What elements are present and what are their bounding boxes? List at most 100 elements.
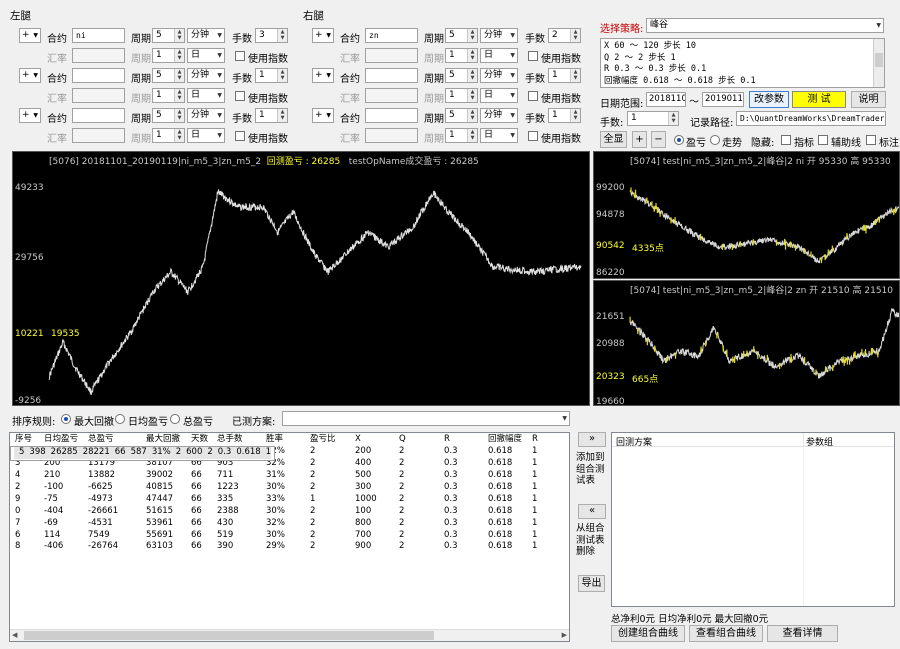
record-path-input[interactable]: D:\QuantDreamWorks\DreamTrader\Tr [736,111,886,126]
results-hscrollbar[interactable]: ◀ ▶ [10,629,569,641]
combo-test-table[interactable]: 回测方案 参数组 [611,432,895,607]
right-period2-stepper[interactable]: 1 ▲ ▼ [445,88,478,103]
right-period2-stepper[interactable]: 1 ▲ ▼ [445,48,478,63]
column-header[interactable]: Q [394,434,439,446]
stepper-arrows-icon[interactable]: ▲ ▼ [277,29,287,42]
left-rate-input[interactable] [72,128,125,143]
zoom-out-button[interactable]: − [651,131,666,148]
trend-radio[interactable] [710,135,720,145]
left-period2-stepper[interactable]: 1 ▲ ▼ [152,88,185,103]
left-use-index-checkbox[interactable] [235,91,245,101]
column-header[interactable]: 总手数 [212,434,261,446]
table-row[interactable]: 4 210 13882 39002 66 711 31% 2 500 2 0.3 0.618 1 [10,470,547,482]
indicator-checkbox[interactable] [781,135,791,145]
right-period2-stepper[interactable]: 1 ▲ ▼ [445,128,478,143]
stepper-arrows-icon[interactable]: ▲ ▼ [467,69,477,82]
column-header[interactable]: X [350,434,394,446]
left-period-stepper[interactable]: 5 ▲ ▼ [152,28,185,43]
left-period2-stepper[interactable]: 1 ▲ ▼ [152,128,185,143]
test-button[interactable]: 测 试 [792,91,846,108]
right-use-index-checkbox[interactable] [528,131,538,141]
left-use-index-checkbox[interactable] [235,51,245,61]
table-row[interactable]: 8 -406 -26764 63103 66 390 29% 2 900 2 0.3 0.618 1 [10,541,547,553]
left-period-unit-select[interactable]: 分钟 ▼ [187,108,225,123]
table-row[interactable]: 9 -75 -4973 47447 66 335 33% 1 1000 2 0.3 0.618 1 [10,493,547,505]
left-use-index-checkbox[interactable] [235,131,245,141]
params-scroll-thumb[interactable] [875,53,883,67]
add-to-combo-button[interactable]: » [578,432,606,447]
column-header[interactable]: 序号 [10,434,39,446]
zn-price-chart[interactable]: [5074] test|ni_m5_3|zn_m5_2|峰谷|2 zn 开 21… [593,280,900,406]
column-header[interactable]: 盈亏比 [305,434,350,446]
column-header[interactable]: 回撤幅度 [483,434,527,446]
pnl-radio[interactable] [674,135,684,145]
column-header[interactable]: 最大回撤 [141,434,186,446]
stepper-arrows-icon[interactable]: ▲ ▼ [467,49,477,62]
tested-plans-select[interactable]: ▼ [282,411,570,426]
left-period2-unit-select[interactable]: 日 ▼ [187,48,225,63]
strategy-select[interactable]: 峰谷 ▼ [646,18,884,33]
stepper-arrows-icon[interactable]: ▲ ▼ [174,69,184,82]
strategy-lots-stepper[interactable]: 1 ▲ ▼ [627,111,679,126]
right-period-stepper[interactable]: 5 ▲ ▼ [445,68,478,83]
left-period2-unit-select[interactable]: 日 ▼ [187,128,225,143]
left-contract-input[interactable] [72,108,125,123]
table-row[interactable]: 6 114 7549 55691 66 519 30% 2 700 2 0.3 0.618 1 [10,529,547,541]
column-header[interactable]: R [439,434,483,446]
right-period2-unit-select[interactable]: 日 ▼ [480,48,518,63]
stepper-arrows-icon[interactable]: ▲ ▼ [570,109,580,122]
right-use-index-checkbox[interactable] [528,91,538,101]
right-lots-stepper[interactable]: 1 ▲ ▼ [548,68,581,83]
right-use-index-checkbox[interactable] [528,51,538,61]
params-scrollbar[interactable] [873,39,884,87]
right-period-unit-select[interactable]: 分钟 ▼ [480,28,518,43]
sort-max-drawdown-radio[interactable] [61,414,71,424]
stepper-arrows-icon[interactable]: ▲ ▼ [668,112,678,125]
left-lots-stepper[interactable]: 1 ▲ ▼ [255,108,288,123]
stepper-arrows-icon[interactable]: ▲ ▼ [174,29,184,42]
stepper-arrows-icon[interactable]: ▲ ▼ [174,49,184,62]
results-table[interactable]: 序号 日均盈亏 总盈亏 最大回撤 天数 总手数 胜率 盈亏比 X Q R 回撤幅度 R 5 398 2628… [9,432,570,642]
right-period2-unit-select[interactable]: 日 ▼ [480,128,518,143]
right-period-unit-select[interactable]: 分钟 ▼ [480,68,518,83]
date-to-input[interactable]: 20190119 [702,92,744,107]
left-contract-input[interactable]: ni [72,28,125,43]
left-lots-stepper[interactable]: 3 ▲ ▼ [255,28,288,43]
left-period-unit-select[interactable]: 分钟 ▼ [187,28,225,43]
left-leg-sign-select[interactable]: + ▼ [19,68,41,83]
left-lots-stepper[interactable]: 1 ▲ ▼ [255,68,288,83]
change-params-button[interactable]: 改参数 [749,91,789,108]
stepper-arrows-icon[interactable]: ▲ ▼ [467,29,477,42]
table-row[interactable]: 0 -404 -26661 51615 66 2388 30% 2 100 2 0.3 0.618 1 [10,505,547,517]
left-leg-sign-select[interactable]: + ▼ [19,28,41,43]
right-rate-input[interactable] [365,48,418,63]
left-rate-input[interactable] [72,88,125,103]
right-leg-sign-select[interactable]: + ▼ [312,28,334,43]
right-period-unit-select[interactable]: 分钟 ▼ [480,108,518,123]
scroll-right-icon[interactable]: ▶ [562,631,567,639]
left-leg-sign-select[interactable]: + ▼ [19,108,41,123]
left-period2-unit-select[interactable]: 日 ▼ [187,88,225,103]
left-contract-input[interactable] [72,68,125,83]
left-period2-stepper[interactable]: 1 ▲ ▼ [152,48,185,63]
right-contract-input[interactable] [365,68,418,83]
right-leg-sign-select[interactable]: + ▼ [312,68,334,83]
column-header[interactable]: 胜率 [261,434,305,446]
help-button[interactable]: 说明 [851,91,886,108]
right-lots-stepper[interactable]: 1 ▲ ▼ [548,108,581,123]
stepper-arrows-icon[interactable]: ▲ ▼ [467,129,477,142]
column-header[interactable]: R [527,434,547,446]
create-combo-curve-button[interactable]: 创建组合曲线 [611,625,685,642]
scroll-left-icon[interactable]: ◀ [12,631,17,639]
right-period2-unit-select[interactable]: 日 ▼ [480,88,518,103]
date-from-input[interactable]: 20181101 [646,92,686,107]
stepper-arrows-icon[interactable]: ▲ ▼ [174,129,184,142]
stepper-arrows-icon[interactable]: ▲ ▼ [277,69,287,82]
column-header[interactable]: 天数 [186,434,212,446]
left-rate-input[interactable] [72,48,125,63]
sort-daily-pnl-radio[interactable] [115,414,125,424]
column-header[interactable]: 总盈亏 [83,434,141,446]
view-combo-curve-button[interactable]: 查看组合曲线 [689,625,763,642]
export-button[interactable]: 导出 [578,575,605,592]
stepper-arrows-icon[interactable]: ▲ ▼ [467,109,477,122]
